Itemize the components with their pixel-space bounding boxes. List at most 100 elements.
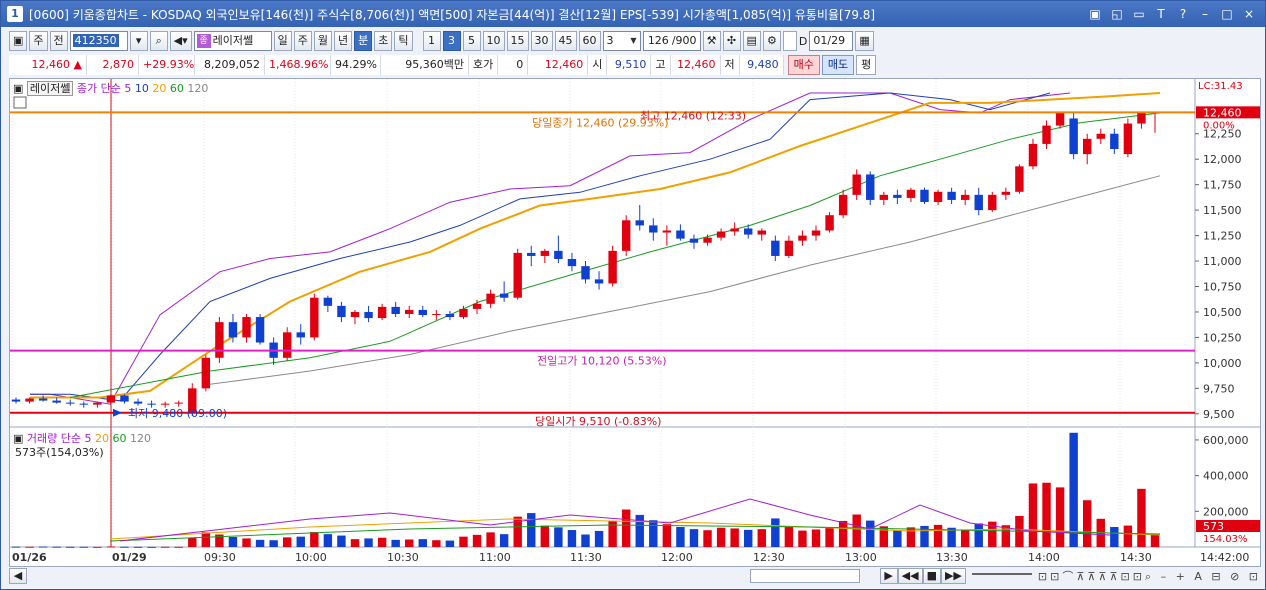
speaker-icon[interactable]: ◀▾ xyxy=(169,31,192,51)
sell-button[interactable]: 매도 xyxy=(821,55,855,75)
current-price: 12,460 ▲ xyxy=(9,55,87,75)
period-year[interactable]: 년 xyxy=(334,31,353,51)
settings-icon[interactable]: ⚙ xyxy=(762,31,781,51)
period-week[interactable]: 주 xyxy=(293,31,312,51)
volume-bar xyxy=(1069,432,1078,547)
calendar-icon[interactable]: ▦ xyxy=(855,31,874,51)
date-input[interactable]: 01/29 xyxy=(809,31,854,51)
candle-body xyxy=(93,402,102,405)
play-icon[interactable]: ▶ xyxy=(879,568,898,584)
crosshair-icon[interactable]: ✣ xyxy=(722,31,741,51)
layout-icon[interactable]: ▣ xyxy=(9,31,28,51)
candle-body xyxy=(405,309,414,315)
price-tick-label: 10,250 xyxy=(1203,331,1242,344)
interval-30[interactable]: 30 xyxy=(530,31,553,51)
interval-15[interactable]: 15 xyxy=(506,31,529,51)
market-button[interactable]: 주 xyxy=(29,31,48,51)
buy-button[interactable]: 매수 xyxy=(787,55,820,75)
legend-toggle-icon[interactable]: ▣ xyxy=(13,82,23,95)
price-tick-label: 10,750 xyxy=(1203,281,1242,294)
period-minute[interactable]: 분 xyxy=(354,31,373,51)
maximize-icon[interactable]: □ xyxy=(1219,6,1235,22)
volume-tick-label: 400,000 xyxy=(1203,470,1249,483)
scroll-thumb[interactable] xyxy=(749,569,860,583)
count-field[interactable]: 126/900 xyxy=(642,31,701,51)
main-toolbar: ▣ 주 전 412350 ▾ ⌕ ◀▾ 종 레이저쎌 일 주 월 년 분 초 틱 … xyxy=(1,29,1265,53)
period-day[interactable]: 일 xyxy=(273,31,292,51)
period-tick[interactable]: 틱 xyxy=(394,31,413,51)
candle-body xyxy=(554,250,563,260)
font-icon[interactable]: T xyxy=(1153,6,1169,22)
volume-bar xyxy=(676,527,685,547)
prev-button[interactable]: 전 xyxy=(49,31,68,51)
average-button[interactable]: 평 xyxy=(856,55,877,75)
volume-bar xyxy=(499,534,509,547)
window-icon[interactable]: ▭ xyxy=(1131,6,1147,22)
interval-select[interactable]: 3 ▼ xyxy=(602,31,641,51)
link-icon[interactable]: ▣ xyxy=(1087,6,1103,22)
candle-body xyxy=(703,237,712,243)
volume-bar xyxy=(25,546,34,548)
interval-3[interactable]: 3 xyxy=(442,31,461,51)
zoom-slider[interactable] xyxy=(971,573,1032,579)
volume-bar xyxy=(255,539,265,547)
interval-60[interactable]: 60 xyxy=(578,31,601,51)
volume-bar xyxy=(635,514,644,547)
interval-1[interactable]: 1 xyxy=(422,31,441,51)
volume-bar xyxy=(838,520,848,547)
volume-bar xyxy=(459,536,468,547)
interval-10[interactable]: 10 xyxy=(482,31,505,51)
legend-ma5: 5 xyxy=(124,82,132,95)
minimize-icon[interactable]: – xyxy=(1197,6,1213,22)
volume-bar xyxy=(188,537,197,547)
tools-icon[interactable]: ⚒ xyxy=(702,31,721,51)
price-tick-label: 12,000 xyxy=(1203,153,1242,166)
candle-body xyxy=(757,230,766,235)
period-second[interactable]: 초 xyxy=(374,31,393,51)
period-month[interactable]: 월 xyxy=(313,31,333,51)
code-dropdown-icon[interactable]: ▾ xyxy=(129,31,148,51)
volume-bar xyxy=(391,539,400,547)
volume-bar xyxy=(649,520,658,547)
rewind-icon[interactable]: ◀◀ xyxy=(897,568,923,584)
candle-body xyxy=(228,322,238,338)
title-bar[interactable]: 1 [0600] 키움종합차트 - KOSDAQ 외국인보유[146(천)] 주… xyxy=(1,1,1265,27)
time-label: 11:30 xyxy=(570,551,602,564)
candle-body xyxy=(635,220,644,226)
candle-body xyxy=(106,395,116,403)
interval-45[interactable]: 45 xyxy=(554,31,577,51)
save-icon[interactable]: ▤ xyxy=(742,31,761,51)
candle-body xyxy=(52,400,61,403)
code-input[interactable]: 412350 xyxy=(69,31,128,51)
interval-5[interactable]: 5 xyxy=(462,31,481,51)
volume-bar xyxy=(893,530,902,547)
ratio-value: 94.29% xyxy=(331,55,381,75)
volume-bar xyxy=(554,527,563,547)
volume-bar xyxy=(120,546,129,548)
price-tick-label: 9,500 xyxy=(1203,408,1235,421)
candle-body xyxy=(66,402,75,404)
volume-bar xyxy=(405,539,414,547)
candle-body xyxy=(676,230,685,239)
stop-icon[interactable]: ■ xyxy=(922,568,941,584)
time-label: 12:00 xyxy=(661,551,693,564)
chart-tools-icons[interactable]: ⊡⊡⌒⊼⊼⊼⊼⊡⊡⌕ – + A ⊟ ⊘ ⊡ xyxy=(1038,568,1261,584)
chart-area[interactable]: 12,250 12,000 11,750 11,500 11,250 11,000 10,7… xyxy=(9,78,1261,567)
price-volume-chart[interactable]: 12,25012,00011,75011,50011,25011,00010,7… xyxy=(10,79,1260,566)
volume-bar xyxy=(852,514,861,547)
time-label: 13:30 xyxy=(936,551,968,564)
stock-name-field[interactable]: 종 레이저쎌 xyxy=(193,31,272,51)
scroll-left-icon[interactable]: ◀ xyxy=(9,568,27,584)
forward-icon[interactable]: ▶▶ xyxy=(940,568,966,584)
hoga-label: 호가 xyxy=(469,55,499,75)
volume-bar xyxy=(52,546,61,548)
date-checkbox[interactable] xyxy=(782,31,797,51)
help-icon[interactable]: ? xyxy=(1175,6,1191,22)
close-icon[interactable]: × xyxy=(1241,6,1257,22)
search-icon[interactable]: ⌕ xyxy=(149,31,168,51)
chart-scrollbar[interactable]: ◀ ▶ ◀◀ ■ ▶▶ ⊡⊡⌒⊼⊼⊼⊼⊡⊡⌕ – + A ⊟ ⊘ ⊡ xyxy=(9,567,1261,585)
volume-bar xyxy=(581,534,590,547)
volume-bar xyxy=(160,546,170,548)
volume-bar xyxy=(1028,483,1038,547)
restore-icon[interactable]: ◱ xyxy=(1109,6,1125,22)
